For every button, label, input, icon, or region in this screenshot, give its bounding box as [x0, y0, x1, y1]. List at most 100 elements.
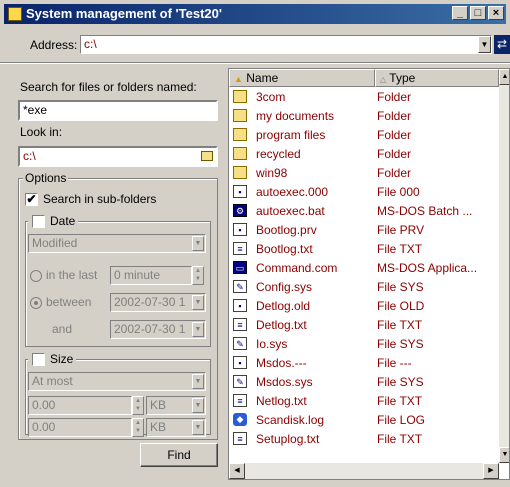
list-item[interactable]: ▪ Bootlog.prv File PRV: [229, 221, 499, 239]
list-item[interactable]: ▪ Msdos.--- File ---: [229, 354, 499, 372]
list-item[interactable]: ≡ Setuplog.txt File TXT: [229, 430, 499, 448]
chevron-down-icon: ▼: [192, 295, 204, 310]
list-item[interactable]: ≡ Netlog.txt File TXT: [229, 392, 499, 410]
column-header-name[interactable]: ▲ Name: [229, 69, 375, 87]
address-input[interactable]: c:\: [80, 35, 492, 54]
subfolders-label: Search in sub-folders: [43, 192, 157, 206]
date-label: Date: [50, 214, 76, 228]
file-name: my documents: [256, 109, 335, 123]
in-last-radio[interactable]: [30, 270, 42, 282]
shield-icon: ◆: [233, 413, 247, 426]
scroll-left-button[interactable]: ◀: [229, 463, 245, 479]
list-item[interactable]: ≡ Bootlog.txt File TXT: [229, 240, 499, 258]
list-item[interactable]: win98 Folder: [229, 164, 499, 182]
file-type: Folder: [377, 166, 412, 180]
horizontal-scrollbar[interactable]: ◀ ▶: [229, 463, 499, 479]
file-icon: ▪: [233, 299, 247, 312]
toolbar-separator: [0, 62, 510, 64]
list-item[interactable]: ≡ Detlog.txt File TXT: [229, 316, 499, 334]
size-value-2-input[interactable]: 0.00: [28, 418, 132, 437]
file-name: Detlog.txt: [256, 318, 307, 332]
file-type: File TXT: [377, 242, 423, 256]
size-checkbox[interactable]: [32, 353, 45, 366]
close-button[interactable]: ×: [488, 6, 504, 20]
between-label: between: [46, 295, 92, 309]
search-name-input[interactable]: *exe: [18, 100, 218, 121]
list-item[interactable]: 3com Folder: [229, 88, 499, 106]
date-checkbox[interactable]: [32, 215, 45, 228]
text-icon: ≡: [233, 394, 247, 407]
system-icon: ✎: [233, 337, 247, 350]
search-name-label: Search for files or folders named:: [20, 80, 197, 94]
list-item[interactable]: my documents Folder: [229, 107, 499, 125]
look-in-input[interactable]: c:\: [18, 146, 218, 167]
chevron-down-icon: ▼: [192, 398, 204, 413]
file-type: Folder: [377, 147, 412, 161]
list-item[interactable]: ▪ autoexec.000 File 000: [229, 183, 499, 201]
options-group: Options ✔ Search in sub-folders Date Mod…: [18, 171, 218, 440]
date-group: Date Modified ▼ in the last 0 minute ▲ ▼ …: [25, 213, 211, 347]
maximize-button[interactable]: □: [470, 6, 486, 20]
size-label: Size: [50, 352, 74, 366]
folder-icon: [233, 128, 247, 141]
file-name: Config.sys: [256, 280, 313, 294]
file-name: Msdos.sys: [256, 375, 313, 389]
folder-browse-icon[interactable]: [201, 151, 213, 161]
between-radio[interactable]: [30, 297, 42, 309]
look-in-label: Look in:: [20, 125, 63, 139]
minimize-button[interactable]: _: [452, 6, 468, 20]
list-item[interactable]: ✎ Io.sys File SYS: [229, 335, 499, 353]
find-button[interactable]: Find: [140, 443, 218, 467]
text-icon: ≡: [233, 318, 247, 331]
file-type: Folder: [377, 128, 412, 142]
list-item[interactable]: ◆ Scandisk.log File LOG: [229, 411, 499, 429]
list-item[interactable]: ✎ Msdos.sys File SYS: [229, 373, 499, 391]
date-mode-select[interactable]: Modified ▼: [28, 234, 206, 253]
and-date-input[interactable]: 2002-07-30 1 ▼: [110, 320, 206, 339]
list-item[interactable]: ▭ Command.com MS-DOS Applica...: [229, 259, 499, 277]
column-header-type[interactable]: △ Type: [375, 69, 499, 87]
scroll-right-button[interactable]: ▶: [483, 463, 499, 479]
list-item[interactable]: recycled Folder: [229, 145, 499, 163]
sort-icon: ▲: [234, 74, 243, 84]
list-item[interactable]: ⚙ autoexec.bat MS-DOS Batch ...: [229, 202, 499, 220]
search-panel: Search for files or folders named: *exe …: [12, 68, 222, 474]
column-header-name-label: Name: [246, 71, 279, 85]
size-value-1-spinner[interactable]: ▲ ▼: [132, 396, 144, 415]
system-icon: ✎: [233, 280, 247, 293]
list-item[interactable]: program files Folder: [229, 126, 499, 144]
between-date-input[interactable]: 2002-07-30 1 ▼: [110, 293, 206, 312]
file-name: win98: [256, 166, 288, 180]
file-name: Scandisk.log: [256, 413, 325, 427]
text-icon: ≡: [233, 432, 247, 445]
file-type: MS-DOS Batch ...: [377, 204, 473, 218]
results-list: ▲ Name △ Type 3com Folder my documents Fold…: [228, 68, 510, 480]
size-unit-2-select[interactable]: KB ▼: [146, 418, 206, 437]
file-type: File TXT: [377, 394, 423, 408]
look-in-value: c:\: [23, 149, 36, 163]
title-bar[interactable]: System management of 'Test20' _ □ ×: [4, 4, 506, 24]
file-name: Setuplog.txt: [256, 432, 320, 446]
between-date-value: 2002-07-30 1: [114, 295, 186, 309]
file-type: File ---: [377, 356, 412, 370]
in-last-input[interactable]: 0 minute: [110, 266, 192, 285]
file-icon: ▪: [233, 223, 247, 236]
address-dropdown-button[interactable]: ▼: [478, 36, 491, 53]
scroll-down-button[interactable]: ▼: [499, 447, 509, 463]
subfolders-checkbox[interactable]: ✔: [25, 193, 38, 206]
scroll-up-button[interactable]: ▲: [499, 69, 509, 85]
go-icon[interactable]: ⇄: [494, 35, 510, 54]
file-type: File SYS: [377, 375, 424, 389]
in-last-spinner[interactable]: ▲ ▼: [192, 266, 204, 285]
date-mode-value: Modified: [32, 236, 78, 250]
size-value-2-spinner[interactable]: ▲ ▼: [132, 418, 144, 437]
size-unit-1-select[interactable]: KB ▼: [146, 396, 206, 415]
file-name: Detlog.old: [256, 299, 311, 313]
list-item[interactable]: ▪ Detlog.old File OLD: [229, 297, 499, 315]
folder-icon: [233, 147, 247, 160]
main-window: System management of 'Test20' _ □ × Addr…: [0, 0, 510, 487]
size-mode-select[interactable]: At most ▼: [28, 372, 206, 391]
vertical-scrollbar[interactable]: ▲ ▼: [499, 69, 509, 463]
size-value-1-input[interactable]: 0.00: [28, 396, 132, 415]
list-item[interactable]: ✎ Config.sys File SYS: [229, 278, 499, 296]
